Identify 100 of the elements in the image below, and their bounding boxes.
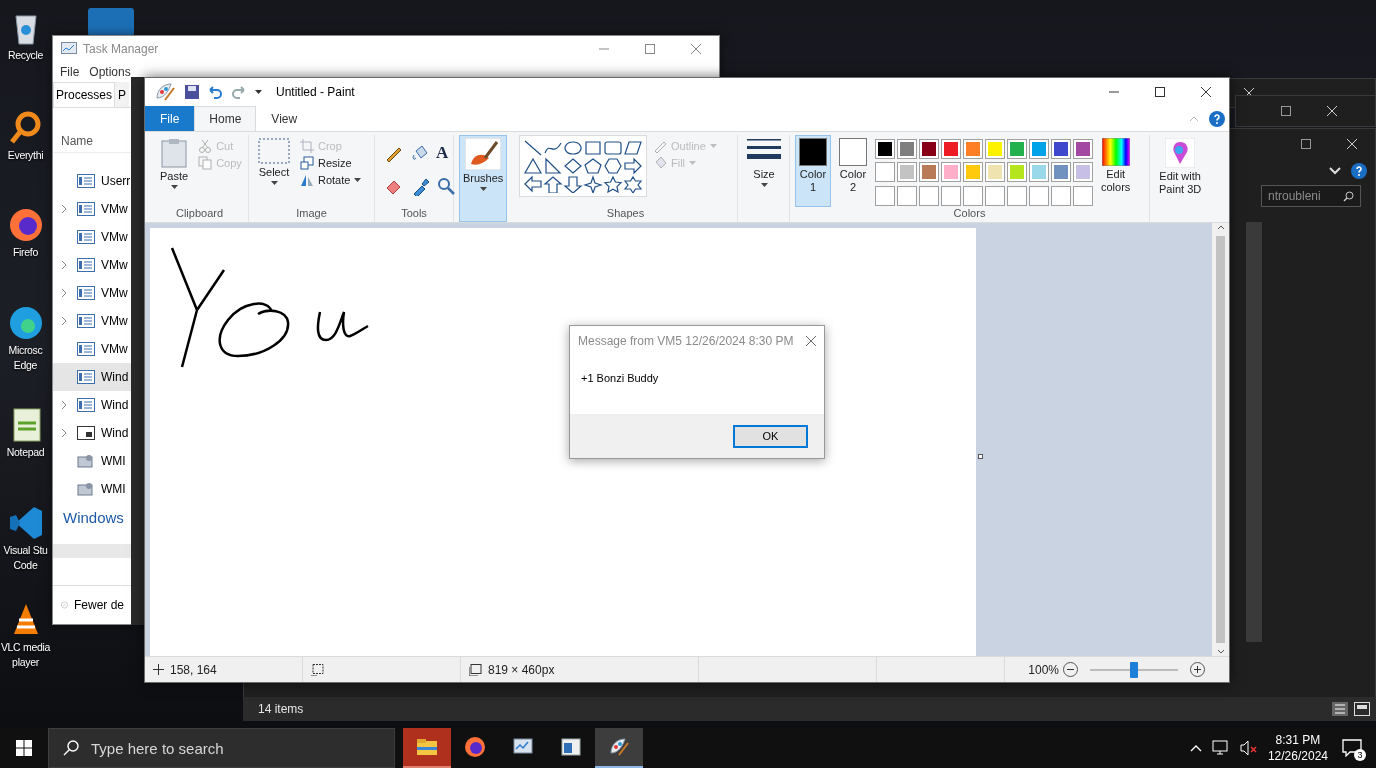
resize-handle[interactable]	[978, 454, 983, 459]
color-swatch[interactable]	[1007, 162, 1027, 183]
desktop-icon-label[interactable]: VLC media player	[0, 640, 51, 670]
taskbar-app[interactable]	[595, 728, 643, 768]
color-swatch[interactable]	[941, 139, 961, 159]
shapes-gallery[interactable]	[519, 135, 647, 197]
edit-colors-button[interactable]: Edit colors	[1097, 135, 1135, 207]
color-swatch[interactable]	[919, 162, 939, 183]
empty-swatch[interactable]	[941, 185, 961, 206]
help-icon[interactable]	[1351, 163, 1367, 179]
rotate-button[interactable]: Rotate	[300, 173, 362, 187]
scroll-down-icon[interactable]	[1216, 649, 1225, 654]
color-swatch[interactable]	[1029, 162, 1049, 183]
empty-swatch[interactable]	[919, 185, 939, 206]
fewer-details-link[interactable]: Fewer de	[73, 598, 124, 612]
brushes-button[interactable]: Brushes	[459, 135, 508, 222]
shape-icon[interactable]	[623, 175, 643, 193]
shape-icon[interactable]	[603, 139, 623, 157]
empty-swatch[interactable]	[963, 185, 983, 206]
desktop-icon-label[interactable]: Visual Stu Code	[3, 543, 48, 573]
ribbon-tab[interactable]: File	[145, 106, 195, 131]
desktop-icon-label[interactable]: Everythi	[7, 148, 44, 163]
shape-icon[interactable]	[523, 157, 543, 175]
empty-swatch[interactable]	[985, 185, 1005, 206]
notification-button[interactable]: 3	[1338, 734, 1366, 762]
color-button[interactable]: Color 1	[795, 135, 831, 207]
color-swatch[interactable]	[985, 162, 1005, 183]
color-swatch[interactable]	[985, 139, 1005, 159]
resize-button[interactable]: Resize	[300, 156, 362, 170]
color-swatch[interactable]	[897, 162, 917, 183]
undo-icon[interactable]	[207, 85, 223, 99]
search-field[interactable]: ntroubleni	[1261, 185, 1361, 207]
scrollbar[interactable]	[1246, 222, 1262, 642]
tab[interactable]: P	[115, 82, 130, 107]
tab[interactable]: Processes	[53, 82, 116, 107]
process-row[interactable]: VMw	[53, 223, 132, 251]
save-icon[interactable]	[185, 85, 199, 99]
shape-icon[interactable]	[583, 175, 603, 193]
color-swatch[interactable]	[1007, 139, 1027, 159]
empty-swatch[interactable]	[1029, 185, 1049, 206]
process-row[interactable]: VMw	[53, 335, 132, 363]
color-swatch[interactable]	[1073, 139, 1093, 159]
magnifier-icon[interactable]	[436, 176, 456, 196]
network-icon[interactable]	[1211, 740, 1230, 756]
shape-icon[interactable]	[563, 175, 583, 193]
process-row[interactable]: VMw	[53, 195, 132, 223]
tiles-view-icon[interactable]	[1354, 702, 1370, 716]
color-swatch[interactable]	[897, 139, 917, 159]
color-swatch[interactable]	[963, 139, 983, 159]
shape-icon[interactable]	[603, 175, 623, 193]
shape-icon[interactable]	[583, 157, 603, 175]
scroll-up-icon[interactable]	[1216, 225, 1225, 230]
color-swatch[interactable]	[1073, 162, 1093, 183]
volume-muted-icon[interactable]	[1239, 740, 1258, 756]
shape-icon[interactable]	[563, 139, 583, 157]
paint-3d-button[interactable]: Edit with Paint 3D	[1155, 135, 1206, 222]
process-row[interactable]: Wind	[53, 419, 132, 447]
maximize-icon[interactable]	[1155, 87, 1165, 97]
shape-icon[interactable]	[563, 157, 583, 175]
shape-icon[interactable]	[543, 175, 563, 193]
close-icon[interactable]	[1201, 87, 1211, 97]
color-swatch[interactable]	[919, 139, 939, 159]
empty-swatch[interactable]	[1007, 185, 1027, 206]
color-swatch[interactable]	[875, 162, 895, 183]
ribbon-tab[interactable]: Home	[194, 106, 257, 131]
empty-swatch[interactable]	[1051, 185, 1071, 206]
details-view-icon[interactable]	[1332, 702, 1348, 716]
search-field[interactable]: Type here to search	[48, 728, 395, 768]
empty-swatch[interactable]	[897, 185, 917, 206]
color-swatch[interactable]	[1051, 139, 1071, 159]
horizontal-scrollbar[interactable]	[53, 544, 132, 558]
process-row[interactable]: Wind	[53, 363, 132, 391]
desktop-icon-label[interactable]: Notepad	[6, 445, 45, 460]
maximize-icon[interactable]	[1301, 139, 1311, 149]
menu-item[interactable]: Options	[89, 65, 131, 79]
process-row[interactable]: VMw	[53, 279, 132, 307]
vertical-scrollbar[interactable]	[1212, 223, 1229, 656]
shape-icon[interactable]	[603, 157, 623, 175]
process-row[interactable]: WMI	[53, 447, 132, 475]
empty-swatch[interactable]	[875, 185, 895, 206]
desktop-icon-label[interactable]: Microsc Edge	[8, 343, 43, 373]
empty-swatch[interactable]	[1073, 185, 1093, 206]
color-swatch[interactable]	[875, 139, 895, 159]
clock[interactable]: 8:31 PM 12/26/2024	[1267, 732, 1328, 764]
text-tool-icon[interactable]: A	[436, 143, 456, 166]
color-button[interactable]: Color 2	[835, 135, 871, 207]
process-row[interactable]: WMI	[53, 475, 132, 503]
chevron-down-icon[interactable]	[1329, 167, 1341, 175]
shape-icon[interactable]	[523, 139, 543, 157]
chevron-up-icon[interactable]	[1189, 744, 1202, 752]
shape-icon[interactable]	[523, 175, 543, 193]
color-swatch[interactable]	[1029, 139, 1049, 159]
fill-bucket-icon[interactable]	[410, 143, 430, 163]
ok-button[interactable]: OK	[733, 424, 808, 448]
select-button[interactable]: Select	[254, 135, 294, 207]
shape-icon[interactable]	[623, 139, 643, 157]
shape-icon[interactable]	[543, 157, 563, 175]
process-row[interactable]: Userr	[53, 167, 132, 195]
close-icon[interactable]	[806, 336, 816, 346]
desktop-icon-label[interactable]: Firefo	[12, 245, 38, 260]
